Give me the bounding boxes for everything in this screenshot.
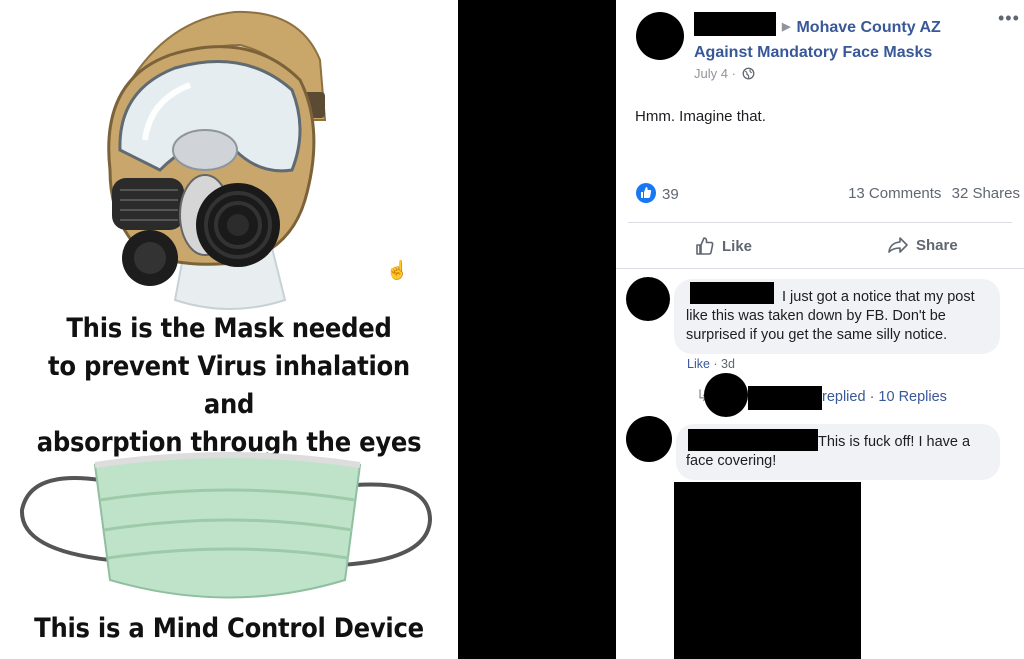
caption-line-1: This is the Mask needed [66,313,392,344]
like-label[interactable]: Like [722,238,752,255]
like-reaction-icon[interactable] [636,183,656,203]
shares-count[interactable]: 32 Shares [952,185,1020,202]
group-name-text[interactable]: Mohave County AZ Against Mandatory Face … [694,19,941,61]
commenter-avatar[interactable] [626,277,670,321]
comments-count[interactable]: 13 Comments [848,185,941,202]
post-date[interactable]: July 4 · [694,66,755,81]
redacted-commenter-name [688,429,818,451]
post-date-text[interactable]: July 4 · [694,66,736,81]
group-name-link[interactable]: ▶ Mohave County AZ Against Mandatory Face… [694,16,984,64]
more-options-icon[interactable]: ••• [998,8,1020,29]
hand-cursor-icon: ☝ [386,260,409,280]
replied-text[interactable]: replied [822,389,866,405]
surgical-mask-illustration [19,452,433,599]
view-replies-link[interactable]: replied · 10 Replies [822,389,947,405]
facebook-post: ▶ Mohave County AZ Against Mandatory Face… [616,0,1024,659]
comments-shares-counts: 13 Comments 32 Shares [848,185,1020,202]
comment-like-link[interactable]: Like [687,357,710,371]
globe-icon [742,67,754,80]
thumbs-up-icon [696,237,714,255]
share-arrow-icon [888,237,908,253]
redacted-replier-name [748,386,822,410]
post-text: Hmm. Imagine that. [635,108,766,125]
caption-line-2: to prevent Virus inhalation and [48,351,410,420]
replier-avatar[interactable] [704,373,748,417]
share-label[interactable]: Share [916,237,958,254]
redacted-comment-image[interactable] [674,482,861,659]
comment-meta: Like · 3d [687,357,735,371]
commenter-avatar[interactable] [626,416,672,462]
reaction-count[interactable]: 39 [662,186,679,203]
share-button[interactable]: Share [886,235,958,255]
author-avatar[interactable] [636,12,684,60]
triangle-right-icon: ▶ [782,21,791,33]
meme-image: ☝ This is the Mask needed to prevent Vir… [0,0,458,659]
comment-age[interactable]: · 3d [713,357,735,371]
redacted-commenter-name [690,282,774,304]
replies-count[interactable]: · 10 Replies [870,389,947,405]
divider [616,268,1024,269]
like-button[interactable]: Like [694,235,752,257]
divider [628,222,1012,223]
meme-caption-bottom: This is a Mind Control Device [34,613,424,644]
